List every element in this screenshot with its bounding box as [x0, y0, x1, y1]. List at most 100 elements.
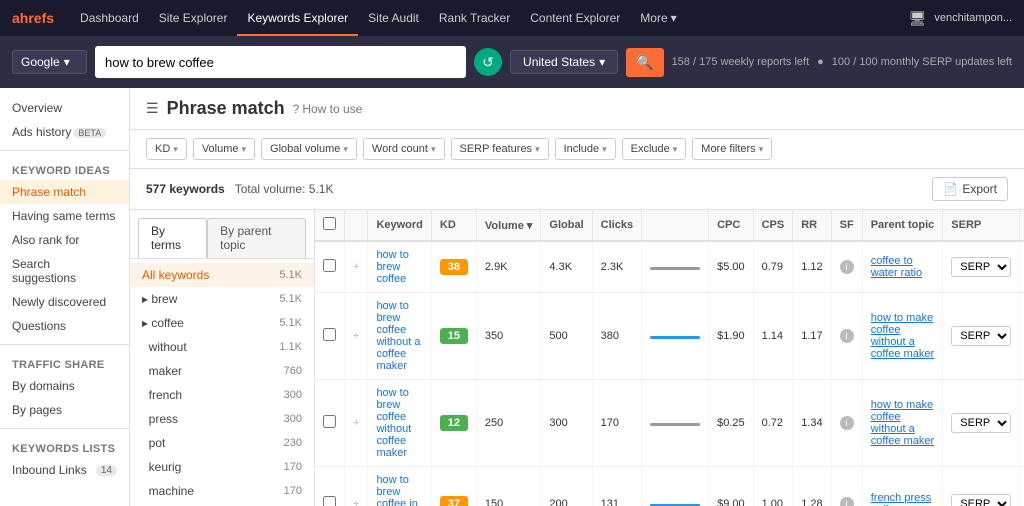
- th-rr[interactable]: RR: [793, 210, 831, 241]
- sidebar-item-by-domains[interactable]: By domains: [0, 374, 129, 398]
- select-all-checkbox[interactable]: [323, 217, 336, 230]
- row-checkbox-cell[interactable]: [315, 293, 345, 380]
- sidebar-item-newly-discovered[interactable]: Newly discovered: [0, 290, 129, 314]
- sidebar-item-search-suggestions[interactable]: Search suggestions: [0, 252, 129, 290]
- nav-content-explorer[interactable]: Content Explorer: [520, 0, 630, 36]
- sidebar-item-also-rank-for[interactable]: Also rank for: [0, 228, 129, 252]
- trend-bar: [650, 423, 700, 426]
- kf-item-without[interactable]: without 1.1K: [130, 335, 314, 359]
- row-add-cell[interactable]: +: [345, 380, 368, 467]
- row-checkbox[interactable]: [323, 496, 336, 506]
- hamburger-icon[interactable]: ☰: [146, 100, 159, 117]
- sidebar-item-overview[interactable]: Overview: [0, 96, 129, 120]
- sidebar-item-questions[interactable]: Questions: [0, 314, 129, 338]
- sidebar-item-inbound-links[interactable]: Inbound Links 14: [0, 458, 129, 482]
- row-checkbox[interactable]: [323, 259, 336, 272]
- how-to-use-link[interactable]: ? How to use: [293, 102, 363, 116]
- sidebar-item-by-pages[interactable]: By pages: [0, 398, 129, 422]
- kf-item-coffee[interactable]: ▸ coffee 5.1K: [130, 311, 314, 335]
- kf-item-french[interactable]: french 300: [130, 383, 314, 407]
- kf-item-maker[interactable]: maker 760: [130, 359, 314, 383]
- th-global[interactable]: Global: [541, 210, 592, 241]
- th-kd[interactable]: KD: [431, 210, 476, 241]
- user-name[interactable]: venchitampon...: [934, 12, 1012, 24]
- nav-more[interactable]: More ▾: [630, 0, 686, 36]
- nav-site-explorer[interactable]: Site Explorer: [149, 0, 238, 36]
- row-checkbox-cell[interactable]: [315, 241, 345, 293]
- filter-exclude[interactable]: Exclude ▾: [622, 138, 687, 160]
- row-checkbox[interactable]: [323, 415, 336, 428]
- parent-topic-link[interactable]: how to make coffee without a coffee make…: [871, 312, 934, 360]
- nav-dashboard[interactable]: Dashboard: [70, 0, 149, 36]
- row-checkbox[interactable]: [323, 328, 336, 341]
- sf-info-icon[interactable]: i: [840, 416, 854, 430]
- tab-by-terms[interactable]: By terms: [138, 218, 207, 258]
- tab-by-parent-topic[interactable]: By parent topic: [207, 218, 306, 258]
- keyword-link[interactable]: how to brew coffee without coffee maker: [376, 387, 411, 459]
- th-checkbox[interactable]: [315, 210, 345, 241]
- th-cps[interactable]: CPS: [753, 210, 793, 241]
- keyword-link[interactable]: how to brew coffee in a french press: [376, 474, 417, 506]
- th-updated[interactable]: Updated: [1020, 210, 1024, 241]
- serp-select[interactable]: SERP: [951, 326, 1011, 346]
- serp-select[interactable]: SERP: [951, 413, 1011, 433]
- row-kd: 12: [431, 380, 476, 467]
- chevron-down-icon: ▾: [535, 144, 540, 155]
- engine-select[interactable]: Google ▾: [12, 50, 87, 74]
- row-checkbox-cell[interactable]: [315, 380, 345, 467]
- keyword-link[interactable]: how to brew coffee without a coffee make…: [376, 300, 420, 372]
- serp-select[interactable]: SERP: [951, 494, 1011, 506]
- export-button[interactable]: 📄 Export: [932, 177, 1008, 201]
- search-button[interactable]: 🔍: [626, 48, 663, 77]
- th-cpc[interactable]: CPC: [709, 210, 754, 241]
- row-updated: 3 days ↺: [1020, 380, 1024, 467]
- nav-rank-tracker[interactable]: Rank Tracker: [429, 0, 520, 36]
- sf-info-icon[interactable]: i: [840, 497, 854, 506]
- refresh-icon[interactable]: ↺: [474, 48, 502, 76]
- kf-item-pot[interactable]: pot 230: [130, 431, 314, 455]
- keyword-filter-list: All keywords 5.1K ▸ brew 5.1K ▸ coffee 5…: [130, 259, 314, 506]
- nav-site-audit[interactable]: Site Audit: [358, 0, 429, 36]
- row-volume: 150: [476, 467, 541, 506]
- kf-item-machine[interactable]: machine 170: [130, 479, 314, 503]
- kf-item-press[interactable]: press 300: [130, 407, 314, 431]
- parent-topic-link[interactable]: how to make coffee without a coffee make…: [871, 399, 934, 447]
- filter-global-volume[interactable]: Global volume ▾: [261, 138, 357, 160]
- filter-volume[interactable]: Volume ▾: [193, 138, 255, 160]
- keyword-link[interactable]: how to brew coffee: [376, 249, 408, 285]
- th-trend: [642, 210, 709, 241]
- serp-select[interactable]: SERP: [951, 257, 1011, 277]
- th-clicks[interactable]: Clicks: [592, 210, 641, 241]
- sf-info-icon[interactable]: i: [840, 260, 854, 274]
- row-add-cell[interactable]: +: [345, 293, 368, 380]
- sidebar-item-phrase-match[interactable]: Phrase match: [0, 180, 129, 204]
- sidebar-item-having-same-terms[interactable]: Having same terms: [0, 204, 129, 228]
- kf-item-all[interactable]: All keywords 5.1K: [130, 263, 314, 287]
- parent-topic-link[interactable]: coffee to water ratio: [871, 255, 922, 279]
- filter-more[interactable]: More filters ▾: [692, 138, 772, 160]
- search-input[interactable]: [95, 55, 466, 70]
- sf-info-icon[interactable]: i: [840, 329, 854, 343]
- filter-include[interactable]: Include ▾: [555, 138, 616, 160]
- filter-word-count[interactable]: Word count ▾: [363, 138, 445, 160]
- th-volume[interactable]: Volume ▾: [476, 210, 541, 241]
- country-select[interactable]: United States ▾: [510, 50, 618, 74]
- kf-item-brew[interactable]: ▸ brew 5.1K: [130, 287, 314, 311]
- row-add-cell[interactable]: +: [345, 467, 368, 506]
- table-header-row: 577 keywords Total volume: 5.1K 📄 Export: [130, 169, 1024, 210]
- logo[interactable]: ahrefs: [12, 10, 54, 26]
- parent-topic-link[interactable]: french press coffee: [871, 492, 932, 506]
- row-trend: [642, 293, 709, 380]
- sidebar-item-ads-history[interactable]: Ads historyBETA: [0, 120, 129, 144]
- row-cps: 0.79: [753, 241, 793, 293]
- sidebar-section-keywords-lists: Keywords lists: [0, 435, 129, 458]
- th-keyword[interactable]: Keyword: [368, 210, 431, 241]
- row-checkbox-cell[interactable]: [315, 467, 345, 506]
- filter-serp-features[interactable]: SERP features ▾: [451, 138, 549, 160]
- kf-item-keurig[interactable]: keurig 170: [130, 455, 314, 479]
- th-parent-topic[interactable]: Parent topic: [862, 210, 943, 241]
- nav-keywords-explorer[interactable]: Keywords Explorer: [237, 0, 358, 36]
- th-sf[interactable]: SF: [831, 210, 862, 241]
- row-add-cell[interactable]: +: [345, 241, 368, 293]
- filter-kd[interactable]: KD ▾: [146, 138, 187, 160]
